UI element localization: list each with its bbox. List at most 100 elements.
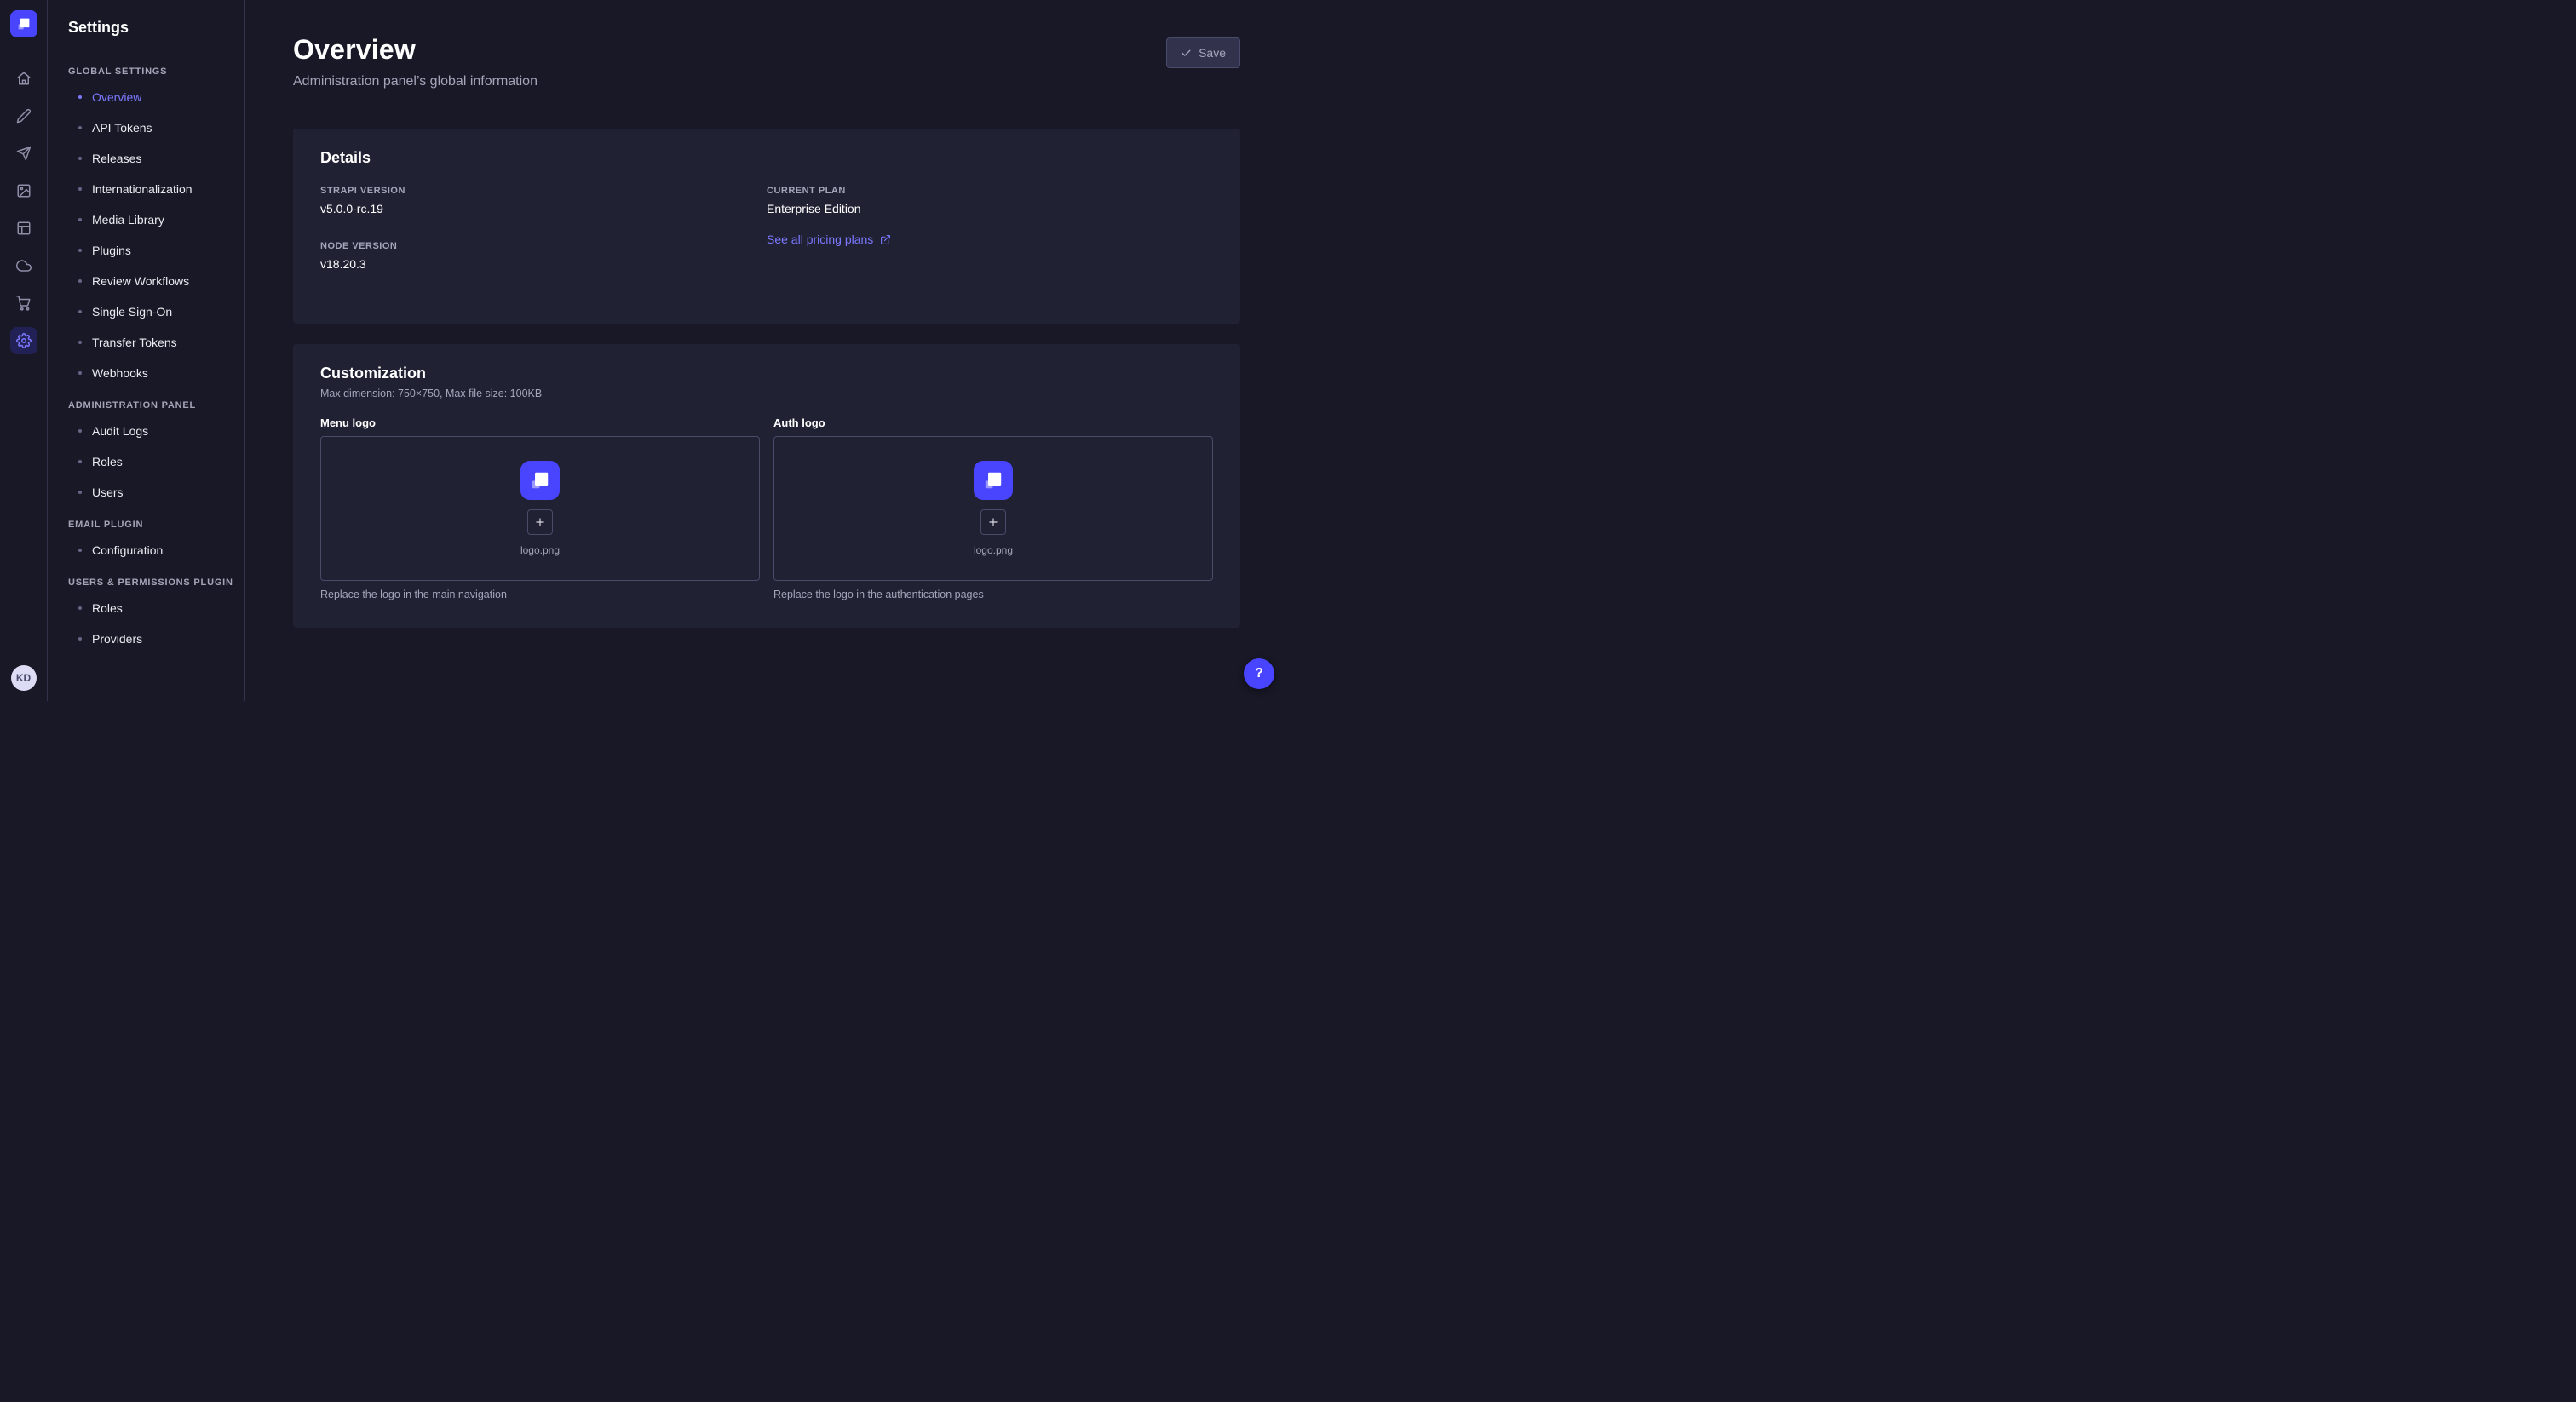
app-root: KD Settings Global Settings Overview API… [0, 0, 1288, 701]
sidebar-item-audit-logs[interactable]: Audit Logs [48, 416, 244, 446]
menu-logo-upload: Menu logo logo.png Replac [320, 417, 760, 600]
bullet-icon [78, 637, 82, 641]
auth-logo-dropzone[interactable]: logo.png [773, 436, 1213, 581]
layout-icon[interactable] [10, 215, 37, 242]
auth-logo-hint: Replace the logo in the authentication p… [773, 589, 1213, 600]
bullet-icon [78, 249, 82, 252]
save-button[interactable]: Save [1166, 37, 1240, 68]
pricing-plans-link[interactable]: See all pricing plans [767, 233, 1213, 246]
page-subtitle: Administration panel’s global informatio… [293, 74, 538, 89]
media-library-icon[interactable] [10, 177, 37, 204]
details-right-column: Current plan Enterprise Edition See all … [767, 186, 1213, 296]
avatar[interactable]: KD [11, 665, 37, 691]
rail-nav-icons [10, 65, 37, 354]
menu-logo-label: Menu logo [320, 417, 760, 429]
sidebar-item-label: Audit Logs [92, 424, 148, 438]
bullet-icon [78, 279, 82, 283]
auth-logo-add-button[interactable] [980, 509, 1006, 535]
sidebar-item-label: Internationalization [92, 182, 193, 196]
sidebar-item-api-tokens[interactable]: API Tokens [48, 112, 244, 143]
bullet-icon [78, 126, 82, 129]
sidebar-item-plugins[interactable]: Plugins [48, 235, 244, 266]
home-icon[interactable] [10, 65, 37, 92]
sidebar-item-up-providers[interactable]: Providers [48, 623, 244, 654]
plus-icon [987, 516, 999, 528]
sidebar-item-label: Overview [92, 90, 141, 104]
sidebar-item-label: Webhooks [92, 366, 148, 380]
paper-plane-icon[interactable] [10, 140, 37, 167]
gear-icon[interactable] [10, 327, 37, 354]
section-heading-users-permissions-plugin: Users & Permissions plugin [48, 566, 244, 593]
page-header: Overview Administration panel’s global i… [293, 34, 1240, 89]
menu-logo-preview [520, 461, 560, 500]
current-plan-label: Current plan [767, 186, 1213, 196]
save-button-label: Save [1199, 46, 1226, 60]
sidebar-item-media-library[interactable]: Media Library [48, 204, 244, 235]
auth-logo-label: Auth logo [773, 417, 1213, 429]
sidebar-title: Settings [48, 19, 244, 37]
node-version-label: Node Version [320, 241, 767, 251]
page-title: Overview [293, 34, 538, 66]
strapi-mark-icon [16, 16, 32, 32]
sidebar-item-overview[interactable]: Overview [48, 82, 244, 112]
bullet-icon [78, 549, 82, 552]
auth-logo-preview [974, 461, 1013, 500]
sidebar-item-email-configuration[interactable]: Configuration [48, 535, 244, 566]
sidebar-item-admin-roles[interactable]: Roles [48, 446, 244, 477]
pen-icon[interactable] [10, 102, 37, 129]
customization-card: Customization Max dimension: 750×750, Ma… [293, 344, 1240, 628]
help-button[interactable]: ? [1244, 658, 1274, 689]
sidebar-item-admin-users[interactable]: Users [48, 477, 244, 508]
bullet-icon [78, 157, 82, 160]
sidebar-item-label: Review Workflows [92, 274, 189, 288]
sidebar-item-label: Roles [92, 601, 123, 615]
sidebar-item-webhooks[interactable]: Webhooks [48, 358, 244, 388]
bullet-icon [78, 429, 82, 433]
current-plan-value: Enterprise Edition [767, 202, 1213, 215]
menu-logo-filename: logo.png [520, 544, 560, 556]
customization-subtitle: Max dimension: 750×750, Max file size: 1… [320, 388, 1213, 399]
strapi-version-label: Strapi Version [320, 186, 767, 196]
auth-logo-filename: logo.png [974, 544, 1013, 556]
sidebar-item-label: Users [92, 486, 124, 499]
sidebar-item-label: Plugins [92, 244, 131, 257]
bullet-icon [78, 341, 82, 344]
sidebar-item-label: Configuration [92, 543, 163, 557]
plus-icon [534, 516, 546, 528]
check-icon [1181, 48, 1192, 59]
cart-icon[interactable] [10, 290, 37, 317]
menu-logo-dropzone[interactable]: logo.png [320, 436, 760, 581]
strapi-version-value: v5.0.0-rc.19 [320, 202, 767, 215]
current-plan-field: Current plan Enterprise Edition [767, 186, 1213, 215]
sidebar-item-label: Transfer Tokens [92, 336, 177, 349]
sidebar-item-releases[interactable]: Releases [48, 143, 244, 174]
section-heading-global-settings: Global Settings [48, 55, 244, 82]
sidebar-item-internationalization[interactable]: Internationalization [48, 174, 244, 204]
bullet-icon [78, 491, 82, 494]
logo-uploads: Menu logo logo.png Replac [320, 417, 1213, 600]
sidebar-item-single-sign-on[interactable]: Single Sign-On [48, 296, 244, 327]
details-title: Details [320, 149, 1213, 167]
pricing-plans-link-label: See all pricing plans [767, 233, 873, 246]
strapi-mark-icon [982, 469, 1004, 491]
bullet-icon [78, 187, 82, 191]
sidebar-item-review-workflows[interactable]: Review Workflows [48, 266, 244, 296]
sidebar-item-label: Providers [92, 632, 142, 646]
strapi-version-field: Strapi Version v5.0.0-rc.19 [320, 186, 767, 215]
sidebar-item-label: Releases [92, 152, 141, 165]
cloud-icon[interactable] [10, 252, 37, 279]
bullet-icon [78, 218, 82, 221]
section-heading-administration-panel: Administration panel [48, 388, 244, 416]
bullet-icon [78, 310, 82, 313]
customization-title: Customization [320, 365, 1213, 382]
sidebar-item-label: Media Library [92, 213, 164, 227]
strapi-mark-icon [529, 469, 551, 491]
external-link-icon [880, 234, 891, 245]
sidebar-item-up-roles[interactable]: Roles [48, 593, 244, 623]
sidebar-item-label: API Tokens [92, 121, 152, 135]
node-version-field: Node Version v18.20.3 [320, 241, 767, 271]
sidebar-item-transfer-tokens[interactable]: Transfer Tokens [48, 327, 244, 358]
strapi-logo[interactable] [10, 10, 37, 37]
main-content: Overview Administration panel’s global i… [245, 0, 1288, 701]
menu-logo-add-button[interactable] [527, 509, 553, 535]
